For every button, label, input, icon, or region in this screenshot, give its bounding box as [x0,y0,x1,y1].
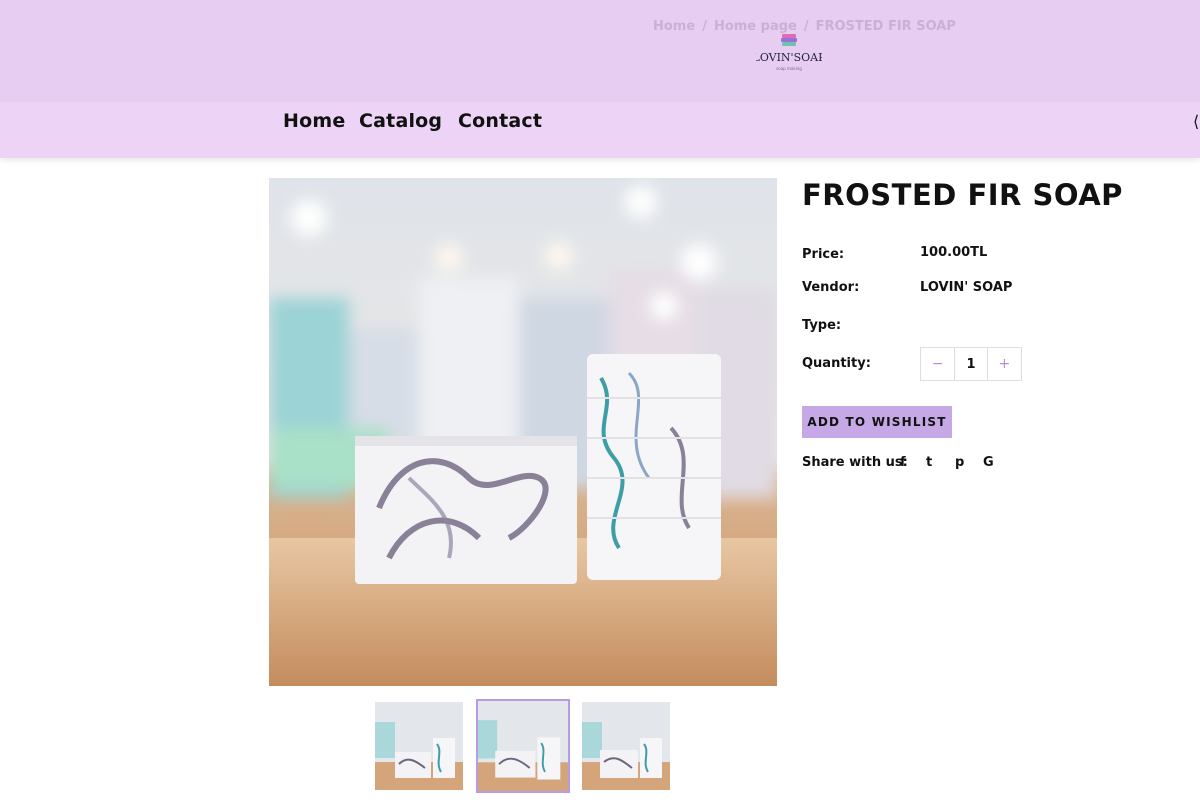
breadcrumb-current: FROSTED FIR SOAP [815,19,956,34]
google-icon[interactable]: G [983,455,994,470]
vendor-label: Vendor: [802,280,860,295]
price-value: 100.00TL [920,245,988,260]
svg-text:LOVIN'SOAP: LOVIN'SOAP [756,51,822,64]
nav-catalog[interactable]: Catalog [359,110,442,132]
main-nav: Home Catalog Contact ⟨ [0,102,1200,158]
vendor-value[interactable]: LOVIN' SOAP [920,280,1012,295]
nav-home[interactable]: Home [283,110,345,132]
quantity-label: Quantity: [802,356,871,371]
pinterest-icon[interactable]: p [955,455,964,470]
twitter-icon[interactable]: t [926,455,932,470]
product-title: FROSTED FIR SOAP [802,178,1123,212]
share-label: Share with us: [802,455,908,470]
product-thumbnail-3[interactable] [582,702,670,790]
nav-contact[interactable]: Contact [458,110,542,132]
product-thumbnail-2[interactable] [476,699,570,793]
breadcrumb-separator: / [702,19,707,34]
quantity-input[interactable]: 1 [954,348,988,380]
facebook-icon[interactable]: f [900,455,906,470]
type-label: Type: [802,318,842,333]
quantity-stepper: − 1 + [920,347,1022,381]
product-thumbnail-1[interactable] [375,702,463,790]
brand-logo[interactable]: LOVIN'SOAP soap making [756,30,822,80]
add-to-wishlist-button[interactable]: ADD TO WISHLIST [802,406,952,438]
product-main-image[interactable] [269,178,777,686]
top-header: Home / Home page / FROSTED FIR SOAP LOVIN'SO… [0,0,1200,102]
breadcrumb-home[interactable]: Home [653,19,695,34]
quantity-increase-button[interactable]: + [988,348,1021,380]
svg-text:soap making: soap making [776,66,802,71]
cart-icon[interactable]: ⟨ [1193,112,1199,131]
quantity-decrease-button[interactable]: − [921,348,954,380]
price-label: Price: [802,247,845,262]
